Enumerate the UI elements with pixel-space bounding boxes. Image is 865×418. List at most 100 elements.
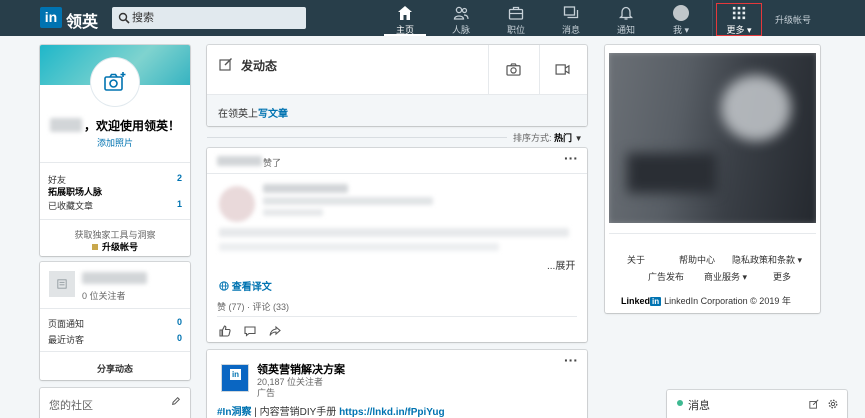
more-options-icon[interactable]: ··· (564, 150, 578, 166)
upgrade-link[interactable]: 升级帐号 (775, 13, 811, 26)
nav-separator (712, 0, 713, 36)
premium-icon (91, 244, 98, 250)
share-icon[interactable] (269, 325, 281, 337)
profile-card: ，欢迎使用领英！ 添加照片 好友 2 拓展职场人脉 已收藏文章 1 获取独家工具… (40, 45, 190, 256)
ad-image-blurred (627, 153, 717, 193)
nav-notifications[interactable]: 通知 (601, 0, 651, 36)
post-text-blurred (219, 243, 499, 251)
camera-icon[interactable] (506, 63, 521, 76)
post-text: #In洞察 | 内容营销DIY手册 https://lnkd.in/fPpiYu… (217, 403, 445, 418)
divider (207, 173, 587, 174)
community-title: 您的社区 (49, 400, 93, 412)
logo-text[interactable]: 领英 (66, 8, 98, 32)
stat-label: 好友 (48, 175, 67, 185)
stat-value: 1 (176, 199, 182, 209)
building-icon (57, 279, 67, 289)
briefcase-icon (508, 6, 524, 20)
divider (40, 162, 190, 163)
nav-home-label: 主页 (395, 25, 414, 35)
stat-label: 页面通知 (48, 319, 85, 329)
people-icon (453, 6, 469, 20)
comment-icon[interactable] (244, 325, 256, 337)
stat-page-notifications[interactable]: 页面通知 0 (48, 317, 182, 330)
footer-link-privacy[interactable]: 隐私政策和条款 ▾ (732, 253, 802, 266)
stat-recent-visitors[interactable]: 最近访客 0 (48, 333, 182, 346)
linkedin-wordmark: Linked (621, 296, 651, 306)
footer-link-help[interactable]: 帮助中心 (679, 253, 715, 266)
more-options-icon[interactable]: ··· (564, 352, 578, 368)
author-avatar-blurred[interactable] (219, 186, 255, 222)
messaging-label: 消息 (688, 400, 710, 412)
page-followers: 0 位关注者 (82, 291, 126, 301)
composer-card: 发动态 在领英上写文章 (207, 45, 587, 126)
nav-me[interactable]: 我 ▾ (656, 0, 706, 36)
sort-divider (207, 137, 507, 138)
video-icon[interactable] (555, 64, 570, 75)
post-url-link[interactable]: https://lnkd.in/fPpiYug (339, 407, 445, 418)
sort-dropdown[interactable]: 排序方式: 热门 ▼ (513, 131, 582, 144)
edit-icon[interactable] (171, 396, 181, 406)
hashtag-link[interactable]: #In洞察 (217, 407, 251, 418)
author-headline-blurred (263, 197, 433, 205)
stat-label: 已收藏文章 (48, 201, 94, 211)
nav-home[interactable]: 主页 (380, 0, 430, 36)
footer-link-business[interactable]: 商业服务 ▾ (704, 270, 747, 283)
sponsored-post: in ··· 领英营销解决方案 20,187 位关注者 广告 #In洞察 | 内… (207, 350, 587, 418)
divider (488, 45, 489, 94)
post-time-blurred (263, 209, 323, 216)
add-photo-link[interactable]: 添加照片 (40, 136, 190, 149)
start-post-button[interactable]: 发动态 (241, 57, 277, 74)
footer-link-advertising[interactable]: 广告发布 (648, 270, 684, 283)
social-counts[interactable]: 赞 (77) · 评论 (33) (217, 300, 289, 313)
write-article-link[interactable]: 写文章 (258, 109, 288, 120)
right-rail-card: 关于 帮助中心 隐私政策和条款 ▾ 广告发布 商业服务 ▾ 更多 Linked i… (605, 45, 820, 313)
avatar (673, 5, 689, 21)
author-name-blurred (263, 184, 348, 193)
stat-label: 最近访客 (48, 335, 85, 345)
page-card: 0 位关注者 页面通知 0 最近访客 0 分享动态 (40, 262, 190, 380)
divider (40, 308, 190, 309)
top-nav: in 领英 主页 人脉 职位 消息 通知 我 ▾ (0, 0, 865, 36)
post-text-blurred (219, 228, 569, 237)
compose-message-icon[interactable] (809, 399, 819, 409)
page-logo[interactable] (49, 271, 75, 297)
online-status-icon (677, 400, 683, 406)
share-update-button[interactable]: 分享动态 (40, 362, 190, 375)
bell-icon (618, 6, 634, 20)
stat-label: 拓展职场人脉 (48, 187, 103, 197)
linkedin-logo[interactable]: in (40, 7, 62, 28)
nav-network[interactable]: 人脉 (436, 0, 486, 36)
like-icon[interactable] (219, 325, 231, 337)
expand-link[interactable]: ...展开 (547, 257, 575, 272)
see-translation-label: 查看译文 (231, 282, 272, 293)
write-article-bar[interactable]: 在领英上写文章 (207, 94, 587, 126)
divider (217, 316, 577, 317)
see-translation-link[interactable]: 查看译文 (219, 278, 272, 293)
footer-link-about[interactable]: 关于 (627, 253, 645, 266)
divider (40, 219, 190, 220)
gear-icon[interactable] (828, 399, 838, 409)
stat-value: 0 (176, 317, 182, 327)
stat-value: 0 (176, 333, 182, 343)
stat-grow-network[interactable]: 拓展职场人脉 (48, 185, 182, 198)
add-photo-circle[interactable] (91, 58, 139, 106)
compose-icon (219, 58, 232, 71)
divider (539, 45, 540, 94)
premium-upgrade-link[interactable]: 升级帐号 (40, 240, 190, 253)
sort-value: 热门 (554, 133, 573, 143)
grid-icon (732, 6, 746, 20)
messaging-bar[interactable]: 消息 (667, 390, 847, 418)
stat-saved-articles[interactable]: 已收藏文章 1 (48, 199, 182, 212)
company-logo[interactable]: in (221, 364, 249, 392)
ad-label: 广告 (257, 388, 276, 398)
stat-value: 2 (176, 173, 182, 183)
search-box[interactable] (112, 7, 306, 29)
search-input[interactable] (132, 7, 302, 29)
nav-more-label: 更多 ▾ (726, 25, 752, 35)
nav-messaging[interactable]: 消息 (546, 0, 596, 36)
ad-image[interactable] (609, 53, 816, 223)
nav-more[interactable]: 更多 ▾ (714, 0, 764, 36)
footer-link-more[interactable]: 更多 (773, 270, 791, 283)
chevron-down-icon: ▼ (574, 134, 583, 143)
nav-jobs[interactable]: 职位 (491, 0, 541, 36)
